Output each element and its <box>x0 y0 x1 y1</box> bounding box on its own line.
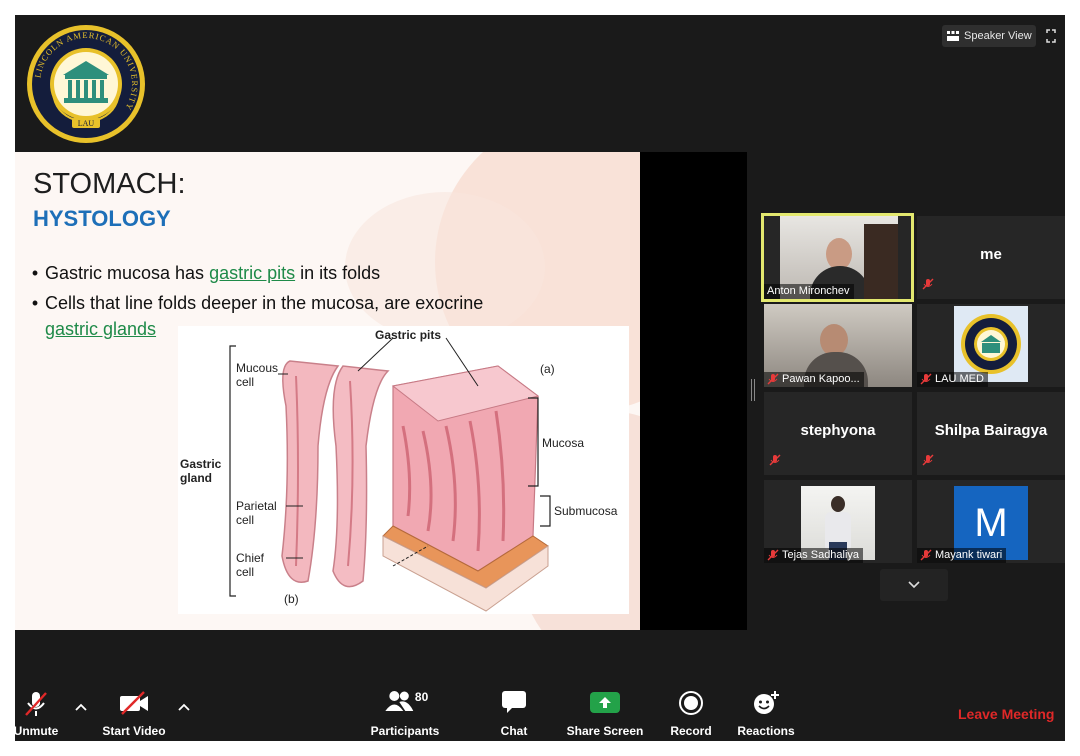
slide-bullet: • Gastric mucosa has gastric pits in its … <box>31 263 381 283</box>
reactions-label: Reactions <box>737 724 795 738</box>
participant-tile-pawan[interactable]: Pawan Kapoo... <box>764 304 912 387</box>
participant-tile-mayank[interactable]: M Mayank tiwari <box>917 480 1065 563</box>
muted-mic-icon <box>920 373 932 385</box>
participant-name-label: Tejas Sadhaliya <box>764 548 864 563</box>
participants-icon <box>384 691 413 711</box>
record-label: Record <box>670 724 712 738</box>
shared-screen-letterbox <box>640 152 747 630</box>
lau-logo-avatar <box>954 306 1028 382</box>
unmute-label: Unmute <box>15 724 59 738</box>
participants-label: Participants <box>370 724 440 738</box>
figure-label-mucosa: Mucosa <box>542 436 585 450</box>
speaker-view-label: Speaker View <box>964 30 1032 42</box>
speaker-view-button[interactable]: Speaker View <box>942 25 1036 47</box>
chat-label: Chat <box>500 724 528 738</box>
slide-title: STOMACH: <box>33 168 186 200</box>
figure-label-b: (b) <box>284 592 299 606</box>
gastric-pits-link[interactable]: gastric pits <box>209 263 295 283</box>
record-button[interactable]: Record <box>663 684 719 741</box>
participant-name-label: LAU MED <box>917 372 988 387</box>
participants-count: 80 <box>414 690 429 704</box>
figure-label-chief-cell: Chief cell <box>236 551 265 579</box>
participant-name: me <box>980 246 1002 263</box>
participant-tile-shilpa[interactable]: Shilpa Bairagya <box>917 392 1065 475</box>
muted-mic-icon <box>920 549 932 561</box>
leave-meeting-button[interactable]: Leave Meeting <box>958 706 1054 722</box>
reactions-smiley-icon <box>754 691 779 714</box>
start-video-button[interactable]: Start Video <box>95 684 173 741</box>
zoom-meeting-window: LINCOLN AMERICAN UNIVERSITY LAU Speaker … <box>15 15 1065 741</box>
unmute-button[interactable]: Unmute <box>15 684 63 741</box>
gastric-glands-link[interactable]: gastric glands <box>45 319 156 339</box>
audio-options-caret-icon[interactable] <box>75 700 87 714</box>
record-icon <box>679 691 703 715</box>
video-off-icon <box>120 691 148 715</box>
figure-label-gastric-pits: Gastric pits <box>375 328 442 342</box>
figure-label-mucous-cell: Mucous cell <box>236 361 279 389</box>
university-logo: LINCOLN AMERICAN UNIVERSITY LAU <box>25 23 147 145</box>
participant-tile-tejas[interactable]: Tejas Sadhaliya <box>764 480 912 563</box>
participant-tile-anton[interactable]: Anton Mironchev <box>761 213 914 302</box>
share-screen-label: Share Screen <box>566 724 644 738</box>
muted-mic-icon <box>922 277 934 295</box>
chat-button[interactable]: Chat <box>487 684 541 741</box>
muted-mic-icon <box>767 549 779 561</box>
slide-subtitle: HYSTOLOGY <box>33 206 171 231</box>
more-participants-button[interactable] <box>880 569 948 601</box>
figure-label-parietal-cell: Parietal cell <box>236 499 277 527</box>
chevron-down-icon <box>908 581 920 589</box>
participant-name-label: Pawan Kapoo... <box>764 372 864 387</box>
chat-icon <box>502 691 526 713</box>
participant-tile-lau-med[interactable]: LAU MED <box>917 304 1065 387</box>
participant-name-label: Mayank tiwari <box>917 548 1007 563</box>
reactions-button[interactable]: Reactions <box>733 684 799 741</box>
share-screen-icon <box>590 692 620 713</box>
grid-view-icon <box>947 31 959 41</box>
logo-abbrev: LAU <box>78 119 95 128</box>
meeting-toolbar: Unmute Start Video 80 Participants Chat … <box>15 684 1065 741</box>
figure-label-submucosa: Submucosa <box>554 504 618 518</box>
muted-mic-icon <box>769 453 781 471</box>
participant-name: Shilpa Bairagya <box>934 422 1048 439</box>
video-options-caret-icon[interactable] <box>178 700 190 714</box>
fullscreen-icon[interactable] <box>1043 27 1059 45</box>
stomach-histology-figure: Gastric pits (a) (b) Mucous cell Gastric g… <box>178 326 629 614</box>
shared-screen-slide: STOMACH: HYSTOLOGY • Gastric mucosa has g… <box>15 152 640 630</box>
muted-mic-icon <box>767 373 779 385</box>
muted-mic-icon <box>25 692 47 716</box>
participant-tile-stephyona[interactable]: stephyona <box>764 392 912 475</box>
share-screen-button[interactable]: Share Screen <box>563 684 647 741</box>
participant-name-label: Anton Mironchev <box>764 284 854 299</box>
panel-splitter-handle[interactable] <box>751 379 755 401</box>
participant-tile-me[interactable]: me <box>917 216 1065 299</box>
participants-button[interactable]: 80 Participants <box>365 684 445 741</box>
figure-label-gastric-gland: Gastric gland <box>180 457 222 485</box>
figure-label-a: (a) <box>540 362 555 376</box>
muted-mic-icon <box>922 453 934 471</box>
participant-name: stephyona <box>800 422 876 439</box>
start-video-label: Start Video <box>102 724 166 738</box>
